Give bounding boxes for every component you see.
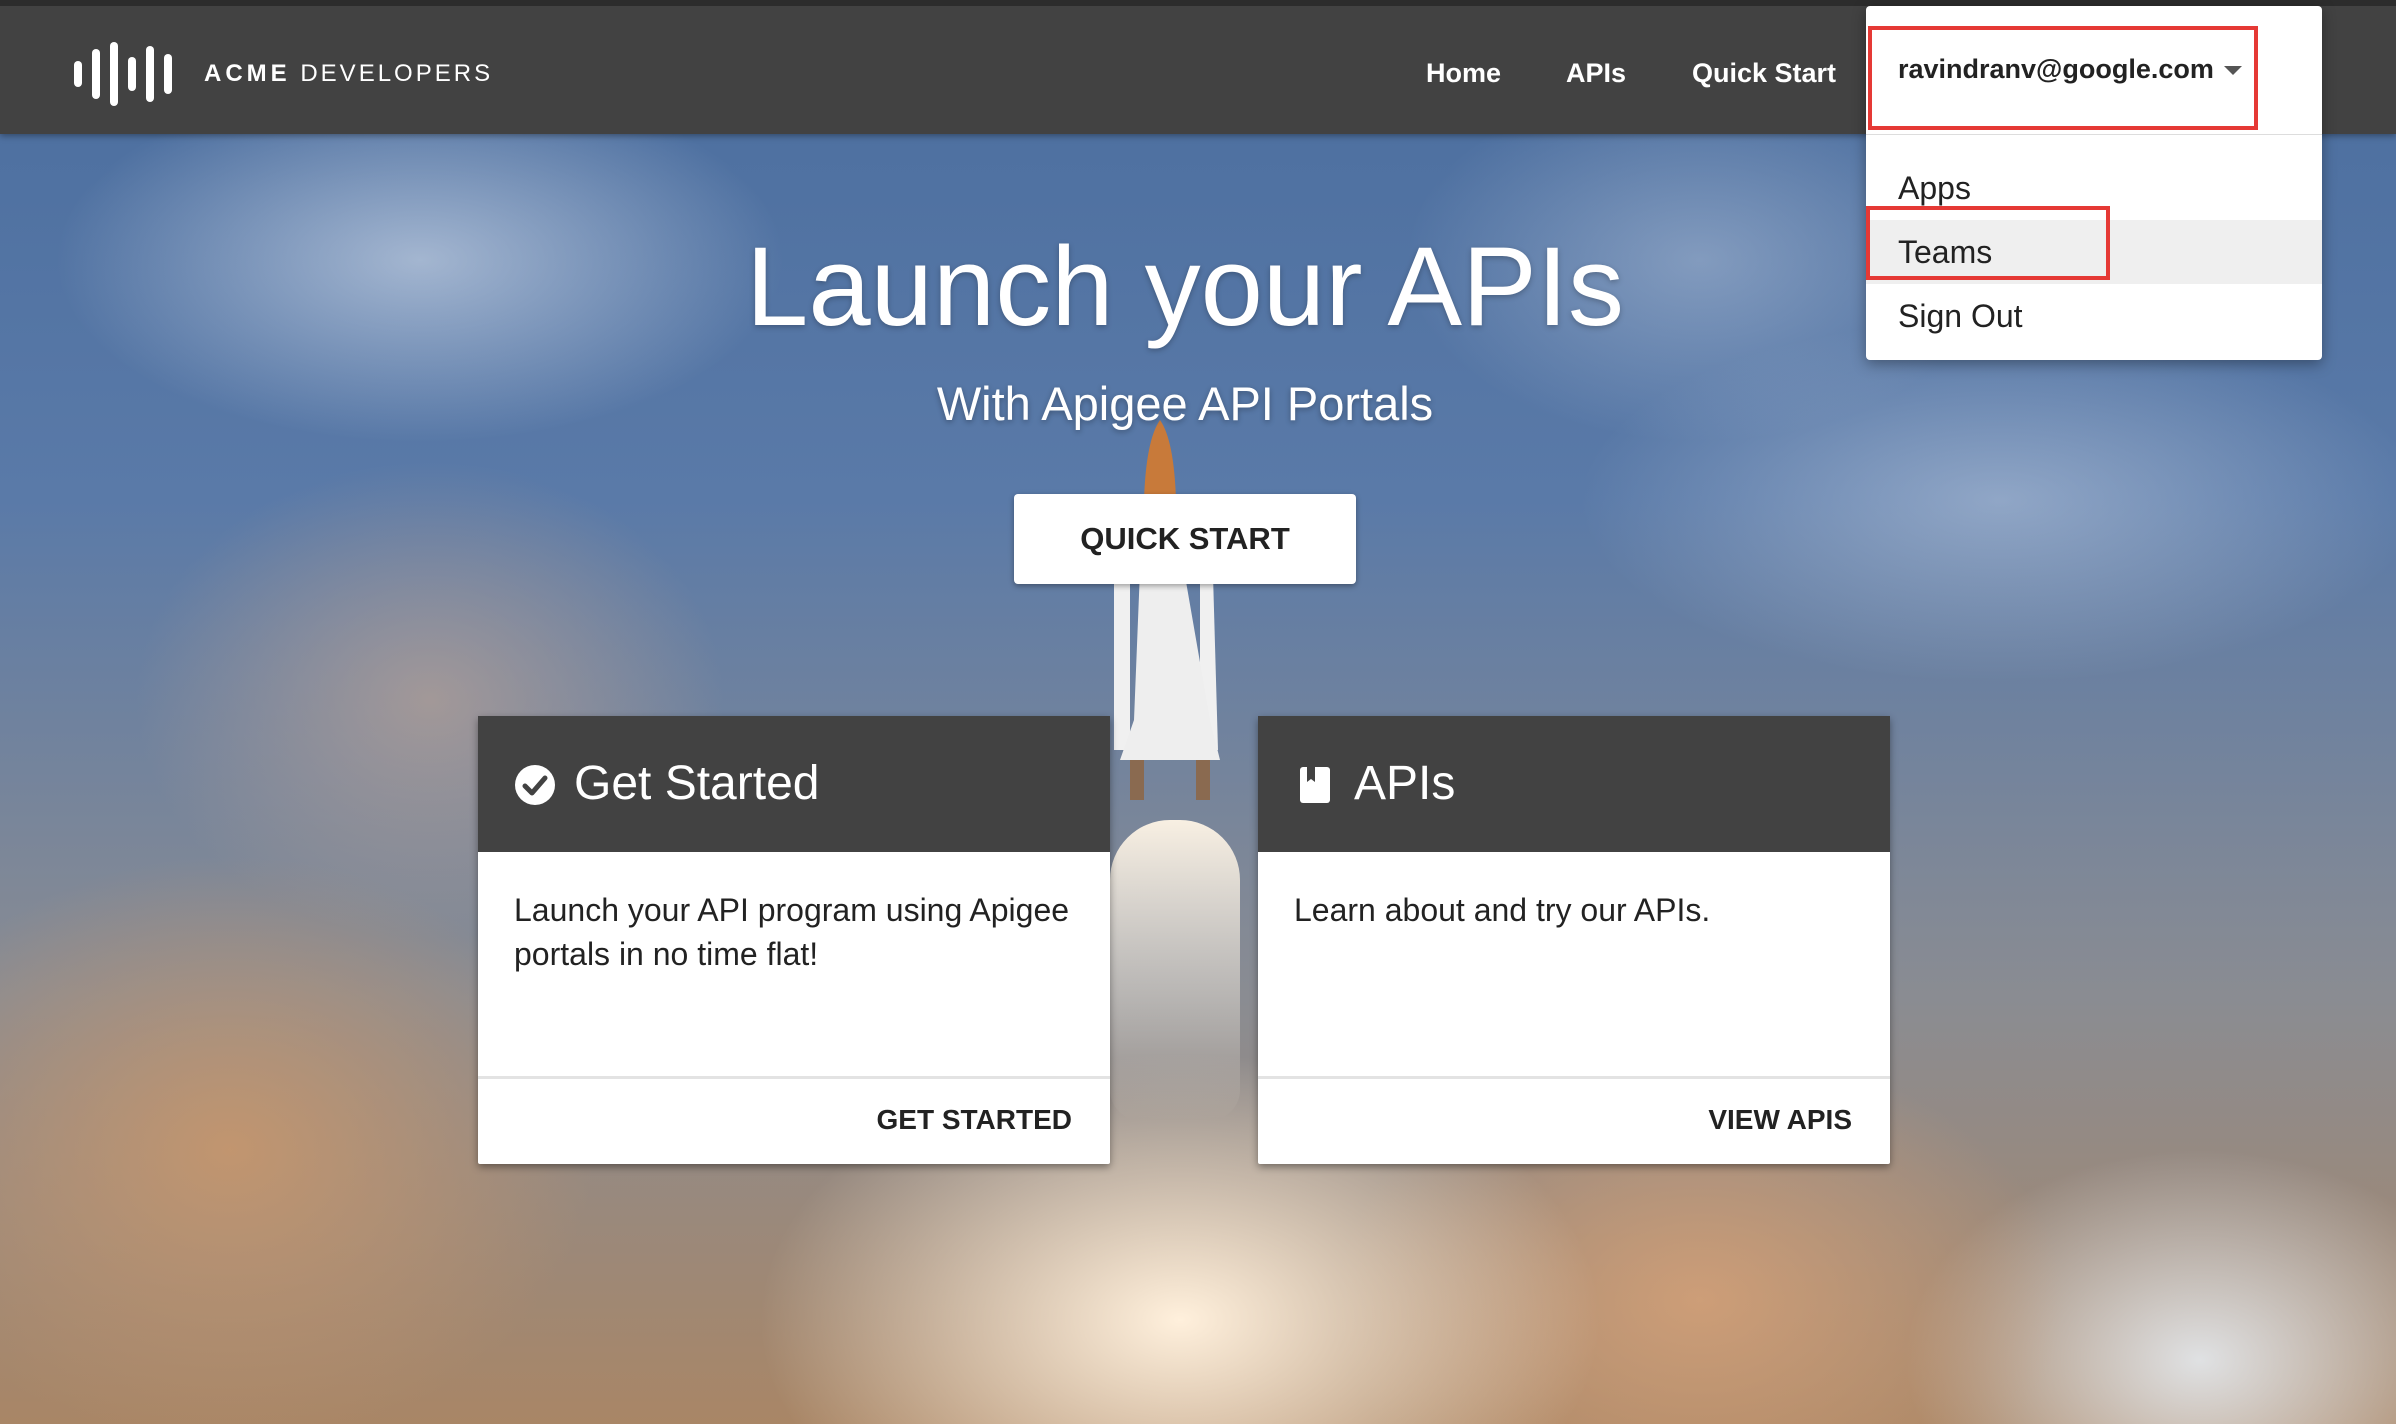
card-body-text: Launch your API program using Apigee por…	[514, 892, 1070, 972]
card-title: Get Started	[574, 757, 820, 810]
card-apis: APIs Learn about and try our APIs. VIEW …	[1258, 716, 1890, 1164]
card-divider	[478, 1076, 1110, 1079]
brand-logo[interactable]: ACME DEVELOPERS	[74, 42, 493, 106]
nav-home[interactable]: Home	[1426, 58, 1501, 89]
brand-name: ACME DEVELOPERS	[204, 60, 494, 87]
check-circle-icon	[515, 765, 555, 805]
hero-subtitle: With Apigee API Portals	[936, 377, 1434, 430]
card-body-text: Learn about and try our APIs.	[1294, 892, 1711, 928]
card-title: APIs	[1354, 757, 1456, 810]
exhaust-plume	[1110, 820, 1240, 1120]
nav-quick-start[interactable]: Quick Start	[1692, 58, 1836, 89]
card-get-started: Get Started Launch your API program usin…	[478, 716, 1110, 1164]
email-highlight-box	[1868, 26, 2258, 130]
card-header: APIs	[1258, 716, 1890, 852]
space-shuttle-image	[1114, 420, 1220, 800]
logo-bars-icon	[74, 42, 172, 106]
nav-apis[interactable]: APIs	[1566, 58, 1626, 89]
quick-start-button[interactable]: QUICK START	[1014, 494, 1356, 584]
view-apis-button[interactable]: VIEW APIS	[1708, 1104, 1852, 1136]
hero-title: Launch your APIs	[746, 224, 1624, 349]
card-header: Get Started	[478, 716, 1110, 852]
card-divider	[1258, 1076, 1890, 1079]
get-started-button[interactable]: GET STARTED	[877, 1104, 1072, 1136]
book-icon	[1300, 767, 1330, 803]
